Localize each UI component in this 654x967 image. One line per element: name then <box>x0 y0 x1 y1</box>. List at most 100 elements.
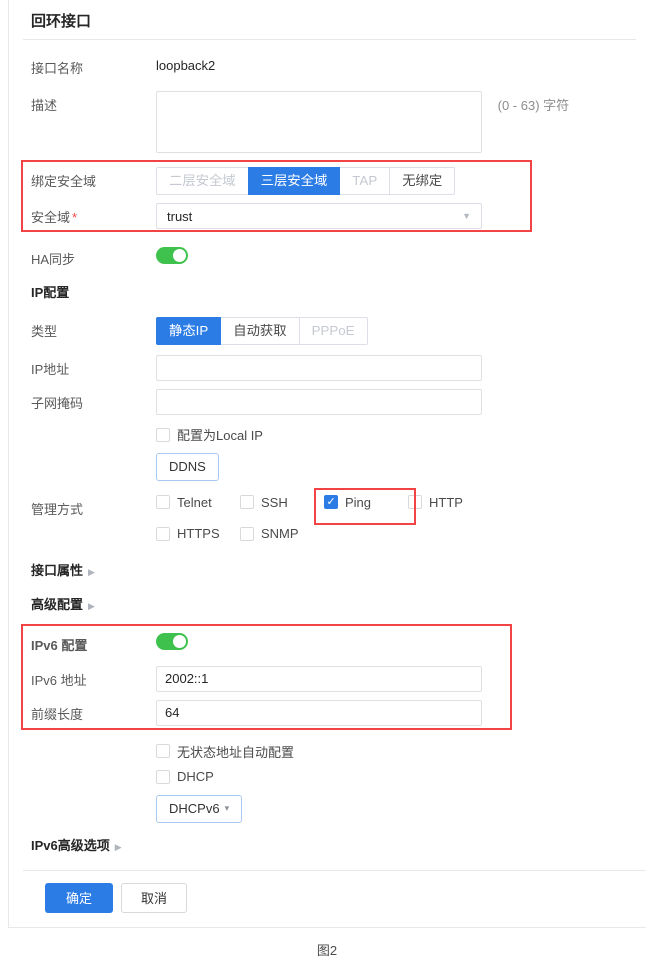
collapse-arrow-icon: ▶ <box>88 566 95 577</box>
bind-zone-option-l3[interactable]: 三层安全域 <box>247 167 341 195</box>
local-ip-checkbox[interactable]: 配置为Local IP <box>156 425 263 444</box>
ipv6-prefix-row: 前缀长度 <box>23 699 646 726</box>
security-zone-selected-value: trust <box>167 208 193 224</box>
ha-sync-row: HA同步 <box>23 245 646 268</box>
advanced-config-collapse-header[interactable]: 高级配置 ▶ <box>23 594 646 613</box>
ipv6-toggle-row: IPv6 配置 <box>23 631 646 654</box>
collapse-arrow-icon: ▶ <box>114 841 122 852</box>
ipv6-address-row: IPv6 地址 <box>23 665 646 692</box>
local-ip-row: 配置为Local IP <box>23 425 646 445</box>
checkbox-box-checked <box>324 495 338 509</box>
description-length-hint: (0 - 63) 字符 <box>497 98 570 113</box>
subnet-mask-input[interactable] <box>156 389 482 415</box>
local-ip-checkbox-label: 配置为Local IP <box>177 428 263 443</box>
subnet-mask-row: 子网掩码 <box>23 389 646 415</box>
slaac-row: 无状态地址自动配置 <box>23 742 646 762</box>
ha-sync-toggle[interactable] <box>156 247 188 264</box>
description-label: 描述 <box>31 98 58 113</box>
checkbox-box <box>156 495 170 509</box>
ipv6-config-label: IPv6 配置 <box>31 637 88 653</box>
security-zone-select[interactable]: trust ▼ <box>156 203 482 229</box>
management-checkbox-row-2: HTTPS SNMP <box>156 526 646 544</box>
snmp-checkbox-label: SNMP <box>261 526 299 541</box>
bind-zone-option-tap[interactable]: TAP <box>339 167 391 195</box>
subnet-mask-label: 子网掩码 <box>31 396 84 411</box>
ip-config-section-title: IP配置 <box>31 285 70 300</box>
dhcp-row: DHCP <box>23 769 646 787</box>
ssh-checkbox[interactable]: SSH <box>240 495 288 510</box>
telnet-checkbox-label: Telnet <box>177 494 212 510</box>
bind-zone-option-none[interactable]: 无绑定 <box>389 167 456 195</box>
ok-button[interactable]: 确定 <box>45 882 113 913</box>
ipv6-advanced-label: IPv6高级选项 <box>31 837 110 853</box>
interface-name-value: loopback2 <box>156 58 216 73</box>
ddns-button[interactable]: DDNS <box>156 452 219 481</box>
ipv6-prefix-label: 前缀长度 <box>31 706 84 722</box>
telnet-checkbox[interactable]: Telnet <box>156 495 212 510</box>
checkbox-box <box>156 526 170 541</box>
ip-type-option-pppoe[interactable]: PPPoE <box>298 317 368 345</box>
bind-zone-option-l2[interactable]: 二层安全域 <box>156 167 249 195</box>
dhcpv6-dropdown-button[interactable]: DHCPv6 ▾ <box>156 794 243 823</box>
http-checkbox-label: HTTP <box>429 494 463 510</box>
security-zone-label: 安全域 * <box>31 203 156 226</box>
dhcpv6-row: DHCPv6 ▾ <box>23 794 646 823</box>
ha-sync-label: HA同步 <box>31 252 76 267</box>
ssh-checkbox-label: SSH <box>261 494 288 510</box>
slaac-checkbox-label: 无状态地址自动配置 <box>177 744 295 760</box>
description-input[interactable] <box>156 91 482 153</box>
ipv6-address-input[interactable] <box>156 665 482 692</box>
checkbox-box <box>156 769 170 784</box>
slaac-checkbox[interactable]: 无状态地址自动配置 <box>156 742 294 761</box>
bind-zone-row: 绑定安全域 二层安全域 三层安全域 TAP 无绑定 <box>23 167 646 195</box>
interface-props-collapse-header[interactable]: 接口属性 ▶ <box>23 560 646 579</box>
toggle-knob <box>173 634 186 648</box>
ip-type-option-static[interactable]: 静态IP <box>156 317 222 345</box>
dhcpv6-button-label: DHCPv6 <box>169 801 220 816</box>
interface-name-row: 接口名称 loopback2 <box>23 54 646 77</box>
management-label: 管理方式 <box>31 501 84 517</box>
checkbox-box <box>156 744 170 758</box>
security-zone-label-text: 安全域 <box>31 210 71 225</box>
interface-name-label: 接口名称 <box>31 61 84 76</box>
ip-type-row: 类型 静态IP 自动获取 PPPoE <box>23 317 646 345</box>
ip-address-row: IP地址 <box>23 355 646 381</box>
checkbox-box <box>240 495 254 509</box>
bind-zone-label: 绑定安全域 <box>31 174 97 189</box>
cancel-button[interactable]: 取消 <box>121 882 187 913</box>
https-checkbox[interactable]: HTTPS <box>156 526 220 541</box>
bind-zone-segmented-control: 二层安全域 三层安全域 TAP 无绑定 <box>156 167 456 195</box>
ipv6-address-label: IPv6 地址 <box>31 672 87 688</box>
ipv6-advanced-collapse-header[interactable]: IPv6高级选项 ▶ <box>23 835 646 854</box>
checkbox-box <box>240 526 254 541</box>
dhcp-checkbox[interactable]: DHCP <box>156 769 214 784</box>
collapse-arrow-icon: ▶ <box>88 600 95 611</box>
interface-props-label: 接口属性 <box>31 562 84 578</box>
http-checkbox[interactable]: HTTP <box>408 495 463 510</box>
ip-type-segmented-control: 静态IP 自动获取 PPPoE <box>156 317 368 345</box>
figure-caption: 图2 <box>316 942 338 958</box>
ip-address-label: IP地址 <box>31 362 70 377</box>
ip-address-input[interactable] <box>156 355 482 381</box>
ip-type-option-dhcp[interactable]: 自动获取 <box>220 317 300 345</box>
https-checkbox-label: HTTPS <box>177 526 220 541</box>
management-row: 管理方式 Telnet SSH ✓ Ping HTTP HTTPS SNMP <box>23 487 646 544</box>
chevron-down-icon: ▾ <box>224 803 230 813</box>
ip-type-label: 类型 <box>31 324 58 339</box>
checkbox-box <box>156 427 170 442</box>
required-asterisk: * <box>72 210 78 225</box>
ipv6-prefix-input[interactable] <box>156 699 482 726</box>
snmp-checkbox[interactable]: SNMP <box>240 526 299 541</box>
security-zone-annotated-block: 绑定安全域 二层安全域 三层安全域 TAP 无绑定 安全域 * trust ▼ <box>21 160 646 232</box>
ping-checkbox-label: Ping <box>345 494 372 510</box>
ipv6-config-toggle[interactable] <box>156 632 188 650</box>
dropdown-caret-icon: ▼ <box>462 211 471 221</box>
toggle-knob <box>173 249 186 262</box>
security-zone-row: 安全域 * trust ▼ <box>23 203 646 229</box>
footer-actions: 确定 取消 <box>23 871 646 923</box>
advanced-config-label: 高级配置 <box>31 596 84 612</box>
checkbox-box <box>408 495 422 509</box>
ping-checkbox[interactable]: Ping <box>324 495 371 510</box>
ddns-row: DDNS <box>23 452 646 481</box>
management-checkbox-row-1: Telnet SSH Ping <box>156 487 646 525</box>
